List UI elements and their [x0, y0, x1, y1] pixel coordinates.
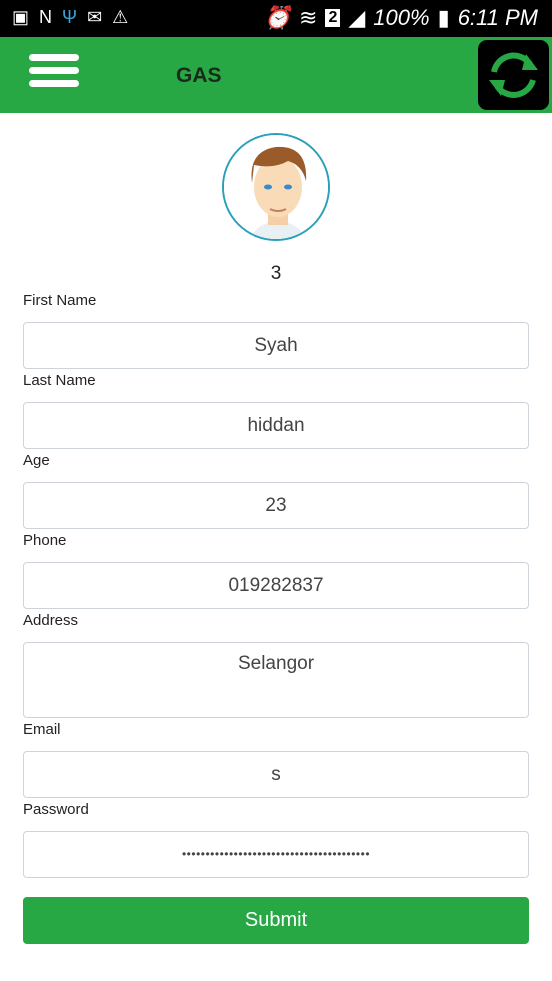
sim-badge: 2: [325, 9, 341, 27]
battery-level: 100%: [373, 5, 430, 30]
last-name-label: Last Name: [23, 372, 96, 389]
first-name-label: First Name: [23, 292, 97, 309]
phone-label: Phone: [23, 532, 67, 549]
email-input[interactable]: s: [23, 751, 529, 798]
age-input[interactable]: 23: [23, 482, 529, 529]
password-label: Password: [23, 801, 89, 818]
address-label: Address: [23, 612, 79, 629]
avatar: [222, 133, 330, 241]
gmail-icon: ✉: [87, 7, 103, 27]
hamburger-icon[interactable]: [29, 54, 79, 88]
refresh-button[interactable]: [478, 40, 549, 110]
age-label: Age: [23, 452, 50, 469]
status-bar: ▣ N Ψ ✉ ⚠ ⏰ ≋ 2 ◢ 100% ▮ 6:11 PM: [0, 0, 552, 37]
app-header: GAS: [0, 37, 552, 113]
clock: 6:11 PM: [457, 5, 538, 30]
page-title: GAS: [176, 64, 222, 87]
wifi-icon: ≋: [299, 5, 318, 30]
onenote-icon: N: [39, 7, 53, 27]
user-id: 3: [270, 263, 282, 284]
submit-button[interactable]: Submit: [23, 897, 529, 944]
phone-input[interactable]: 019282837: [23, 562, 529, 609]
address-textarea[interactable]: Selangor: [23, 642, 529, 718]
email-label: Email: [23, 721, 61, 738]
alarm-icon: ⏰: [263, 5, 292, 30]
refresh-icon: [489, 52, 538, 98]
signal-icon: ◢: [348, 5, 366, 30]
warning-icon: ⚠: [112, 7, 129, 27]
last-name-input[interactable]: hiddan: [23, 402, 529, 449]
usb-icon: Ψ: [62, 7, 78, 27]
password-input[interactable]: ••••••••••••••••••••••••••••••••••••••••: [23, 831, 529, 878]
first-name-input[interactable]: Syah: [23, 322, 529, 369]
gallery-icon: ▣: [12, 7, 30, 27]
battery-icon: ▮: [437, 5, 450, 30]
